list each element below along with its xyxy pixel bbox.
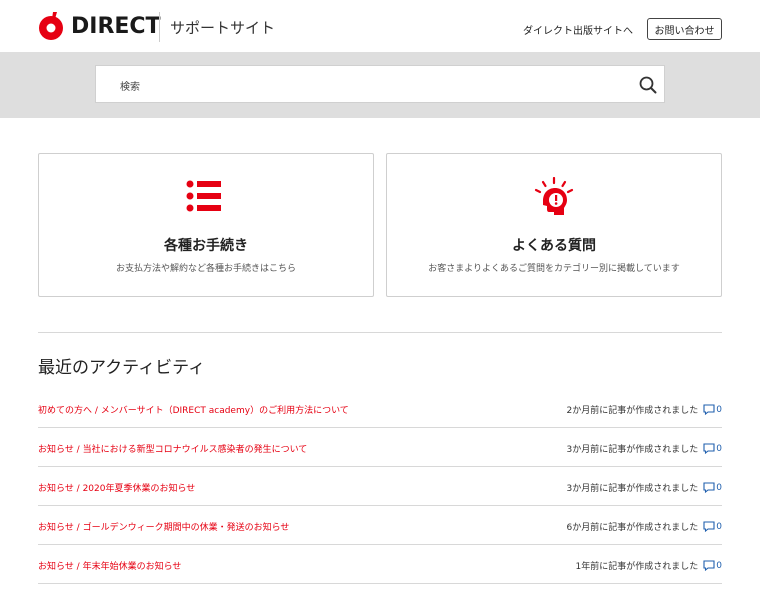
comment-icon[interactable] (703, 482, 715, 493)
activity-meta-text: 3か月前に記事が作成されました (566, 484, 699, 494)
card-title: 各種お手続き (164, 238, 248, 254)
direct-logo-icon (39, 12, 63, 40)
card-description: お支払方法や解約など各種お手続きはこちら (115, 264, 296, 274)
comment-count[interactable]: 0 (716, 522, 722, 532)
card-procedures[interactable]: 各種お手続き お支払方法や解約など各種お手続きはこちら (38, 153, 374, 297)
list-item: お知らせ / 2020年夏季休業のお知らせ 3か月前に記事が作成されました 0 (38, 467, 722, 506)
activity-link[interactable]: お知らせ / 当社における新型コロナウイルス感染者の発生について (38, 442, 307, 455)
comment-icon[interactable] (703, 521, 715, 532)
logo-divider (159, 12, 160, 42)
activity-meta: 3か月前に記事が作成されました 0 (567, 481, 722, 494)
section-divider (38, 332, 722, 333)
list-item: お知らせ / 当社における新型コロナウイルス感染者の発生について 3か月前に記事… (38, 428, 722, 467)
activity-list: 初めての方へ / メンバーサイト（DIRECT academy）のご利用方法につ… (38, 389, 722, 584)
comment-count[interactable]: 0 (716, 444, 722, 454)
activity-link[interactable]: お知らせ / ゴールデンウィーク期間中の休業・発送のお知らせ (38, 520, 289, 533)
activity-meta: 2か月前に記事が作成されました 0 (567, 403, 722, 416)
recent-activity-title: 最近のアクティビティ (38, 358, 206, 378)
activity-meta-text: 1年前に記事が作成されました (575, 562, 699, 572)
activity-link[interactable]: 初めての方へ / メンバーサイト（DIRECT academy）のご利用方法につ… (38, 403, 349, 416)
external-site-link[interactable]: ダイレクト出版サイトへ (523, 22, 633, 37)
logo-text: DIRECT (71, 13, 161, 39)
list-item: 初めての方へ / メンバーサイト（DIRECT academy）のご利用方法につ… (38, 389, 722, 428)
card-faq[interactable]: よくある質問 お客さまよりよくあるご質問をカテゴリー別に掲載しています (386, 153, 722, 297)
list-icon (186, 180, 221, 212)
list-item: お知らせ / ゴールデンウィーク期間中の休業・発送のお知らせ 6か月前に記事が作… (38, 506, 722, 545)
search-input[interactable]: 検索 (95, 65, 665, 103)
site-name: サポートサイト (170, 19, 276, 37)
idea-head-icon (534, 177, 574, 215)
activity-link[interactable]: お知らせ / 年末年始休業のお知らせ (38, 559, 181, 572)
comment-icon[interactable] (703, 560, 715, 571)
comment-icon[interactable] (703, 404, 715, 415)
contact-button[interactable]: お問い合わせ (647, 18, 722, 40)
search-icon[interactable] (639, 76, 657, 94)
comment-count[interactable]: 0 (716, 483, 722, 493)
activity-meta: 6か月前に記事が作成されました 0 (567, 520, 722, 533)
activity-link[interactable]: お知らせ / 2020年夏季休業のお知らせ (38, 481, 195, 494)
card-title: よくある質問 (512, 238, 596, 254)
comment-icon[interactable] (703, 443, 715, 454)
comment-count[interactable]: 0 (716, 405, 722, 415)
search-band: 検索 (0, 52, 760, 118)
card-description: お客さまよりよくあるご質問をカテゴリー別に掲載しています (428, 264, 680, 274)
search-placeholder: 検索 (120, 82, 140, 93)
category-cards: 各種お手続き お支払方法や解約など各種お手続きはこちら よくある質問 お客さまよ… (38, 153, 722, 297)
site-header: DIRECT サポートサイト ダイレクト出版サイトへ お問い合わせ (0, 0, 760, 52)
logo[interactable]: DIRECT (38, 11, 161, 41)
activity-meta: 3か月前に記事が作成されました 0 (567, 442, 722, 455)
activity-meta-text: 2か月前に記事が作成されました (566, 406, 699, 416)
activity-meta-text: 3か月前に記事が作成されました (566, 445, 699, 455)
comment-count[interactable]: 0 (716, 561, 722, 571)
activity-meta-text: 6か月前に記事が作成されました (566, 523, 699, 533)
activity-meta: 1年前に記事が作成されました 0 (576, 559, 722, 572)
list-item: お知らせ / 年末年始休業のお知らせ 1年前に記事が作成されました 0 (38, 545, 722, 584)
